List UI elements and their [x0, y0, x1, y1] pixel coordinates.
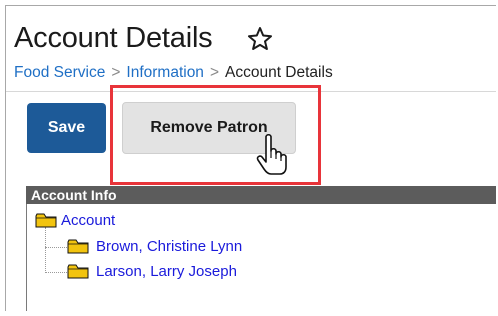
tree-connector — [45, 247, 67, 248]
tree-item-patron[interactable]: Brown, Christine Lynn — [96, 238, 242, 255]
panel-heading: Account Info — [26, 186, 496, 204]
folder-icon — [67, 264, 89, 279]
folder-icon — [67, 239, 89, 254]
tree-item-account[interactable]: Account — [61, 212, 115, 229]
chevron-right-icon: > — [209, 64, 219, 81]
tree-item-patron[interactable]: Larson, Larry Joseph — [96, 263, 237, 280]
breadcrumb-current: Account Details — [225, 64, 333, 81]
star-icon[interactable] — [243, 22, 277, 56]
breadcrumb: Food Service > Information > Account Details — [14, 64, 333, 82]
hand-cursor-icon — [256, 133, 287, 175]
chevron-right-icon: > — [111, 64, 121, 81]
save-button[interactable]: Save — [27, 103, 106, 153]
tree-connector — [45, 272, 67, 273]
tree-connector — [45, 227, 46, 273]
breadcrumb-food-service[interactable]: Food Service — [14, 64, 105, 81]
page-title: Account Details — [14, 22, 213, 54]
breadcrumb-information[interactable]: Information — [126, 64, 204, 81]
folder-icon — [35, 213, 57, 228]
